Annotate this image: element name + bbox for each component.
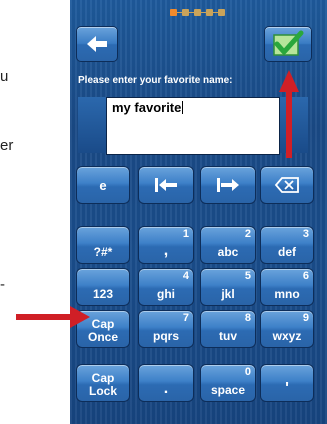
annotation-arrow-up [279,70,299,158]
